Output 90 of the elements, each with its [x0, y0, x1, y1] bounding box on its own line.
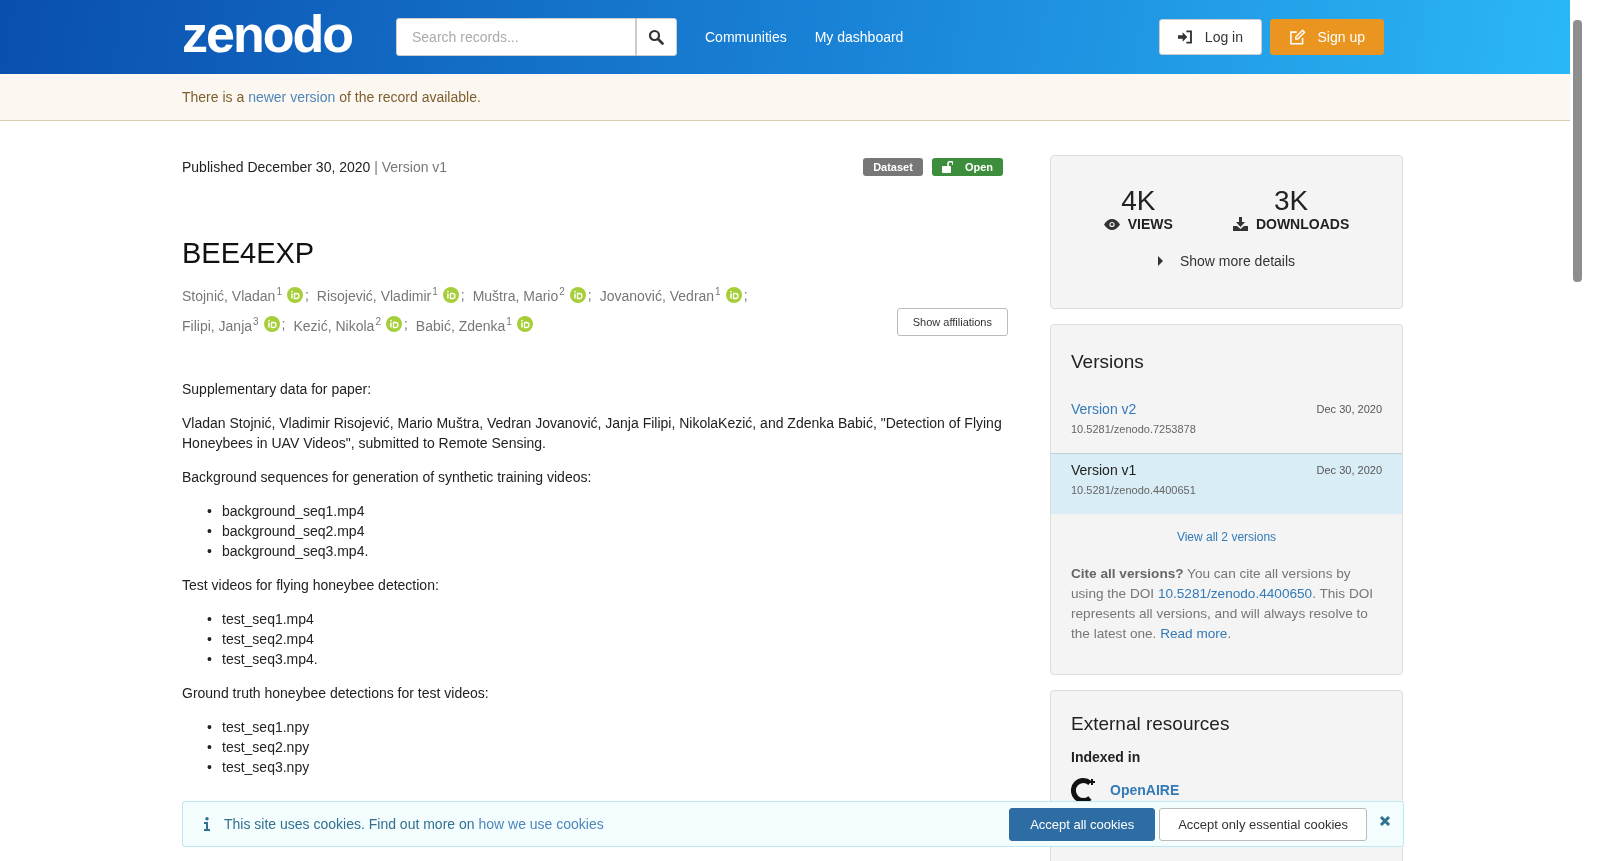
author-link[interactable]: Jovanović, Vedran$^{1}$ [599, 286, 721, 304]
orcid-icon[interactable] [263, 316, 280, 333]
orcid-icon[interactable] [442, 286, 459, 303]
bullet-marker: • [207, 502, 213, 522]
author-link[interactable]: Risojević, Vladimir$^{1}$ [316, 286, 438, 304]
orcid-icon[interactable] [516, 316, 533, 333]
caret-right-icon [1157, 256, 1164, 266]
file-list-item: background_seq3.mp4. [222, 542, 369, 562]
sign-in-icon [1178, 30, 1193, 44]
nav-link[interactable]: Communities [705, 29, 787, 45]
version-label: | Version v1 [374, 159, 448, 175]
author-separator: ; [743, 286, 748, 303]
bullet-marker: • [207, 542, 213, 562]
description-paragraph: Test videos for flying honeybee detection: [182, 576, 440, 596]
record-title: BEE4EXP [182, 237, 316, 270]
eye-icon [1103, 218, 1120, 230]
version-label: Version v2 [1071, 401, 1137, 417]
version-row[interactable]: Version v1 Dec 30, 2020 10.5281/zenodo.4400651 [1051, 453, 1402, 514]
bullet-marker: • [207, 610, 213, 630]
author-link[interactable]: Filipi, Janja$^{3}$ [182, 315, 259, 334]
version-doi: 10.5281/zenodo.7253878 [1071, 423, 1197, 435]
author-link[interactable]: Babić, Zdenka$^{1}$ [415, 315, 512, 334]
show-affiliations-button[interactable]: Show affiliations [896, 308, 1008, 337]
bullet-marker: • [207, 718, 213, 738]
version-doi: 10.5281/zenodo.4400651 [1071, 484, 1197, 496]
orcid-icon[interactable] [385, 316, 402, 333]
views-label: VIEWS [1127, 216, 1173, 232]
published-date: Published December 30, 2020 | Version v1 [182, 159, 448, 175]
author-separator: ; [281, 316, 286, 333]
bullet-marker: • [207, 630, 213, 650]
type-badge: Dataset [863, 158, 923, 176]
file-list-item: background_seq2.mp4 [222, 522, 365, 542]
file-list-item: test_seq1.npy [222, 718, 310, 738]
login-button[interactable]: Log in [1159, 19, 1262, 55]
accept-all-cookies-button[interactable]: Accept all cookies [1009, 807, 1156, 841]
close-icon[interactable] [1379, 815, 1391, 827]
description-paragraph: Supplementary data for paper: [182, 380, 373, 400]
indexed-in-label: Indexed in [1071, 749, 1142, 765]
search-button[interactable] [636, 18, 677, 56]
version-row[interactable]: Version v2 Dec 30, 2020 10.5281/zenodo.7253878 [1051, 393, 1402, 453]
description-paragraph: Background sequences for generation of synthetic training videos: [182, 468, 593, 488]
file-list-item: background_seq1.mp4 [222, 502, 365, 522]
bullet-marker: • [207, 522, 213, 542]
description-paragraph: Vladan Stojnić, Vladimir Risojević, Mario Muštra, Vedran Jovanović, Janja Filipi, NikolaKezić, and Zdenka Babić, "Detection of Flying Honeybees in UAV Videos", submitted to Remote Sensing. [182, 414, 1003, 454]
bullet-marker: • [207, 650, 213, 670]
bullet-marker: • [207, 758, 213, 778]
author-separator: ; [460, 286, 465, 303]
views-count: 4K [1121, 186, 1156, 216]
author-separator: ; [403, 316, 408, 333]
notice-text: There is a newer version of the record available. [182, 89, 481, 105]
accept-essential-cookies-button[interactable]: Accept only essential cookies [1159, 807, 1367, 841]
author-separator: ; [587, 286, 592, 303]
nav-link[interactable]: My dashboard [814, 29, 904, 45]
file-list-item: test_seq3.npy [222, 758, 310, 778]
external-resources-heading: External resources [1071, 713, 1231, 735]
cookie-policy-link[interactable]: how we use cookies [478, 816, 604, 832]
file-list-item: test_seq1.mp4 [222, 610, 314, 630]
access-badge: Open [931, 158, 1003, 176]
bullet-marker: • [207, 738, 213, 758]
edit-icon [1289, 29, 1306, 45]
author-link[interactable]: Stojnić, Vladan$^{1}$ [182, 286, 282, 304]
cookie-text: This site uses cookies. Find out more on how we use cookies [224, 816, 604, 832]
view-all-versions-link[interactable]: View all 2 versions [1176, 530, 1277, 544]
version-label: Version v1 [1071, 462, 1137, 478]
unlock-icon [941, 161, 953, 173]
openaire-logo-icon [1071, 777, 1097, 803]
file-list-item: test_seq2.mp4 [222, 630, 314, 650]
openaire-link[interactable]: OpenAIRE [1110, 782, 1180, 798]
author-separator: ; [304, 286, 309, 303]
search-icon [648, 29, 665, 45]
orcid-icon[interactable] [569, 286, 586, 303]
newer-version-link[interactable]: newer version [248, 89, 336, 105]
file-list-item: test_seq3.mp4. [222, 650, 318, 670]
versions-heading: Versions [1071, 351, 1145, 373]
version-date: Dec 30, 2020 [1316, 464, 1382, 476]
author-link[interactable]: Kezić, Nikola$^{2}$ [293, 315, 381, 334]
search-field[interactable]: Search records... [396, 18, 636, 56]
downloads-label: DOWNLOADS [1255, 216, 1350, 232]
cite-all-versions-text: Cite all versions? You can cite all versions by using the DOI 10.5281/zenodo.4400650. This DOI represents all versions, and will always resolve to the latest one. Read more. [1071, 565, 1375, 643]
show-more-details-toggle[interactable]: Show more details [1151, 252, 1302, 270]
logo[interactable]: zenodo [180, 3, 358, 65]
version-date: Dec 30, 2020 [1316, 403, 1382, 415]
orcid-icon[interactable] [286, 286, 303, 303]
orcid-icon[interactable] [725, 286, 742, 303]
author-link[interactable]: Muštra, Mario$^{2}$ [472, 286, 565, 304]
file-list-item: test_seq2.npy [222, 738, 310, 758]
info-icon [204, 817, 210, 831]
download-icon [1232, 217, 1248, 231]
description-paragraph: Ground truth honeybee detections for test videos: [182, 684, 490, 704]
downloads-count: 3K [1273, 186, 1309, 216]
